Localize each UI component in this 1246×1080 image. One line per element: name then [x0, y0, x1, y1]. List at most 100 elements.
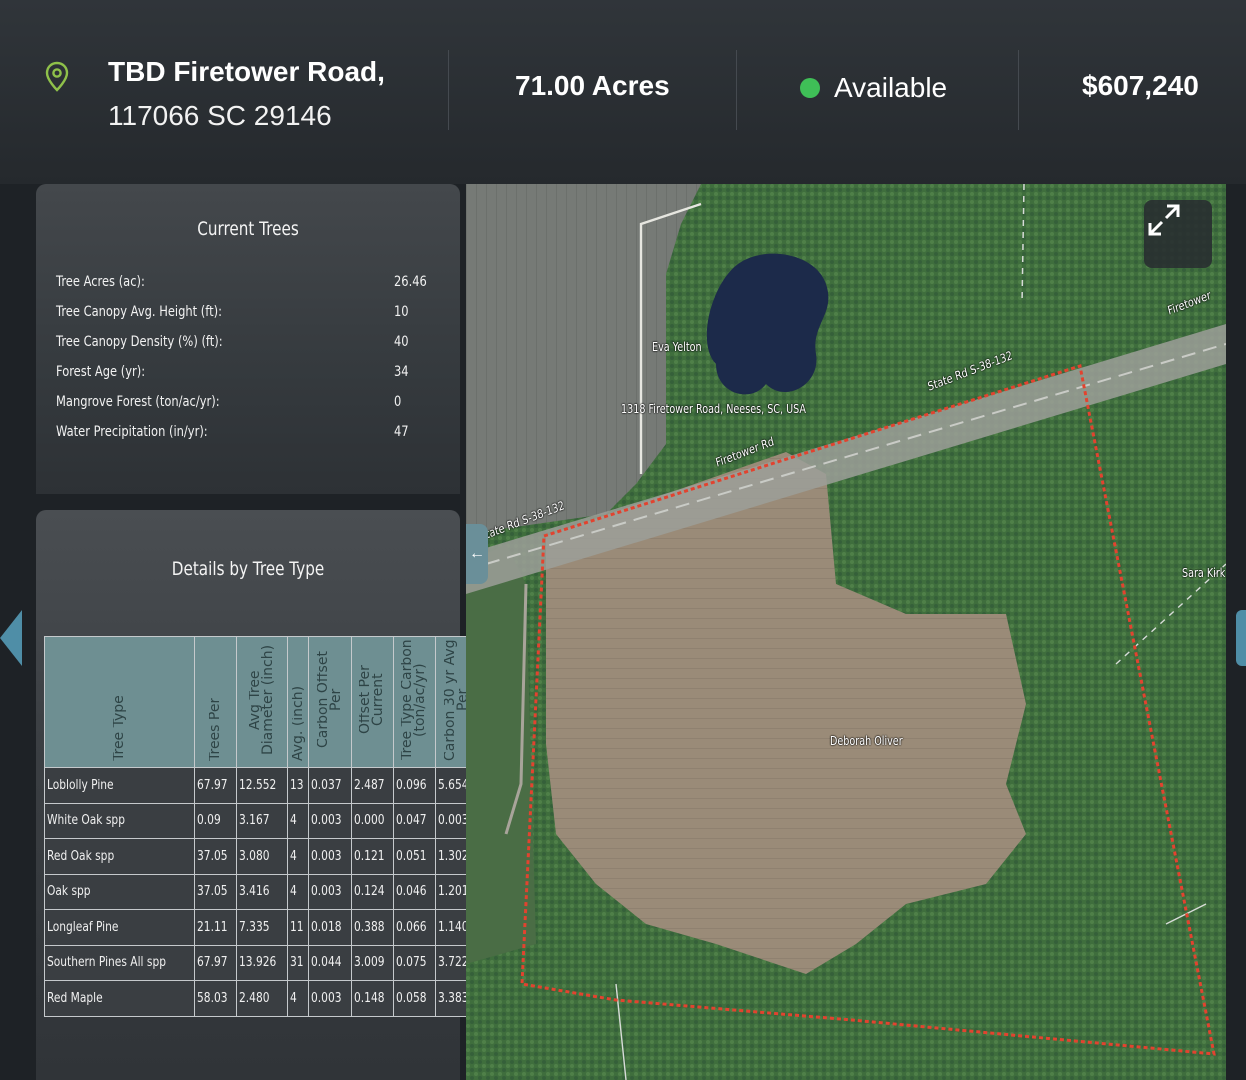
tree-stat-label: Tree Acres (ac): — [56, 274, 145, 290]
map-label-sara: Sara Kirk — [1182, 566, 1226, 580]
next-arrow-button[interactable] — [1236, 610, 1246, 666]
table-cell: 0.096 — [392, 767, 437, 804]
column-header: Tree Type Carbon (ton/ac/yr) — [392, 636, 437, 768]
table-cell: 67.97 — [194, 767, 238, 804]
table-cell: 0.124 — [350, 873, 394, 910]
map-label-eva: Eva Yelton — [652, 340, 702, 354]
table-cell: 0.388 — [350, 909, 394, 946]
table-cell: 4 — [286, 980, 310, 1017]
table-row: Oak spp 37.05 3.416 4 0.003 0.124 0.046 1.201 — [43, 873, 479, 910]
address-line-1: TBD Firetower Road, — [108, 56, 385, 87]
table-cell: 0.046 — [392, 873, 437, 910]
current-trees-list: Tree Acres (ac): 26.46 Tree Canopy Avg. … — [56, 274, 440, 454]
location-pin-icon — [45, 61, 69, 92]
map-imagery — [466, 184, 1226, 1080]
table-cell: 31 — [286, 944, 310, 981]
table-cell: 21.11 — [194, 909, 238, 946]
table-cell: 4 — [286, 802, 310, 839]
tree-stat-label: Forest Age (yr): — [56, 364, 146, 380]
expand-map-button[interactable] — [1144, 200, 1212, 268]
column-header: Avg. (inch) — [286, 636, 310, 768]
property-address: TBD Firetower Road, 117066 SC 29146 — [42, 50, 385, 138]
table-row: White Oak spp 0.09 3.167 4 0.003 0.000 0.047 0.… — [43, 802, 479, 839]
header-divider — [448, 50, 449, 130]
tree-stat-label: Tree Canopy Avg. Height (ft): — [56, 304, 222, 320]
tree-stat-row: Tree Canopy Avg. Height (ft): 10 — [56, 304, 440, 334]
table-cell: 11 — [286, 909, 310, 946]
previous-arrow-button[interactable] — [0, 610, 22, 666]
tree-stat-row: Mangrove Forest (ton/ac/yr): 0 — [56, 394, 440, 424]
table-cell: Southern Pines All spp — [43, 944, 196, 981]
tree-stat-row: Tree Canopy Density (%) (ft): 40 — [56, 334, 440, 364]
table-cell: 0.075 — [392, 944, 437, 981]
map-label-address: 1318 Firetower Road, Neeses, SC, USA — [621, 402, 806, 416]
current-trees-panel: Current Trees Tree Acres (ac): 26.46 Tre… — [36, 184, 460, 494]
tree-stat-row: Forest Age (yr): 34 — [56, 364, 440, 394]
table-cell: 4 — [286, 838, 310, 875]
status-dot-icon — [800, 78, 820, 98]
tree-stat-label: Tree Canopy Density (%) (ft): — [56, 334, 223, 350]
satellite-map[interactable]: Eva Yelton 1318 Firetower Road, Neeses, … — [466, 184, 1226, 1080]
status-badge: Available — [800, 72, 947, 104]
column-header: Offset Per Current — [350, 636, 394, 768]
table-cell: 4 — [286, 873, 310, 910]
current-trees-title: Current Trees — [197, 218, 299, 240]
table-cell: 3.416 — [236, 873, 288, 910]
table-row: Southern Pines All spp 67.97 13.926 31 0.044… — [43, 944, 479, 981]
tree-stat-value: 0 — [394, 394, 402, 410]
column-header: Tree Type — [43, 636, 196, 768]
map-label-deborah: Deborah Oliver — [830, 734, 903, 748]
table-cell: 7.335 — [236, 909, 288, 946]
tree-stat-row: Tree Acres (ac): 26.46 — [56, 274, 440, 304]
table-cell: 3.009 — [350, 944, 394, 981]
tree-stat-value: 26.46 — [394, 274, 427, 290]
table-cell: Oak spp — [43, 873, 196, 910]
table-cell: 0.058 — [392, 980, 437, 1017]
table-cell: Red Maple — [43, 980, 196, 1017]
table-cell: 0.09 — [194, 802, 238, 839]
collapse-panel-button[interactable]: ← — [466, 524, 488, 584]
header-divider — [1018, 50, 1019, 130]
address-line-2: 117066 SC 29146 — [108, 100, 332, 131]
tree-type-table: Tree Type Trees Per Avg Tree Diameter (i… — [43, 636, 479, 1017]
table-cell: 0.003 — [308, 802, 352, 839]
table-cell: 2.487 — [350, 767, 394, 804]
table-row: Red Maple 58.03 2.480 4 0.003 0.148 0.058 3.383 — [43, 980, 479, 1017]
tree-stat-value: 10 — [394, 304, 409, 320]
table-cell: Loblolly Pine — [43, 767, 196, 804]
table-cell: 12.552 — [236, 767, 288, 804]
table-cell: 37.05 — [194, 873, 238, 910]
column-header: Trees Per — [194, 636, 238, 768]
table-cell: 0.037 — [308, 767, 352, 804]
table-cell: 3.167 — [236, 802, 288, 839]
table-cell: 0.000 — [350, 802, 394, 839]
table-cell: 67.97 — [194, 944, 238, 981]
tree-stat-value: 47 — [394, 424, 409, 440]
status-text: Available — [834, 72, 948, 103]
table-cell: 0.003 — [308, 980, 352, 1017]
table-cell: White Oak spp — [43, 802, 196, 839]
table-cell: 0.018 — [308, 909, 352, 946]
table-cell: 58.03 — [194, 980, 238, 1017]
table-cell: 0.148 — [350, 980, 394, 1017]
price: $607,240 — [1082, 70, 1199, 101]
table-cell: 0.044 — [308, 944, 352, 981]
tree-type-details-panel: Details by Tree Type Tree Type Trees Per… — [36, 510, 479, 1080]
table-row: Longleaf Pine 21.11 7.335 11 0.018 0.388 0.066… — [43, 909, 479, 946]
table-cell: 0.003 — [308, 838, 352, 875]
header-divider — [736, 50, 737, 130]
property-header: TBD Firetower Road, 117066 SC 29146 71.0… — [0, 0, 1246, 184]
chevron-left-icon: ← — [469, 545, 485, 562]
table-cell: 2.480 — [236, 980, 288, 1017]
tree-stat-value: 40 — [394, 334, 409, 350]
tree-type-details-title: Details by Tree Type — [171, 558, 325, 580]
table-cell: 13.926 — [236, 944, 288, 981]
table-cell: 13 — [286, 767, 310, 804]
expand-icon — [1148, 204, 1180, 236]
table-header-row: Tree Type Trees Per Avg Tree Diameter (i… — [43, 636, 479, 768]
table-cell: 0.121 — [350, 838, 394, 875]
table-cell: 37.05 — [194, 838, 238, 875]
tree-stat-label: Water Precipitation (in/yr): — [56, 424, 208, 440]
column-header: Avg Tree Diameter (inch) — [236, 636, 288, 768]
table-cell: Longleaf Pine — [43, 909, 196, 946]
